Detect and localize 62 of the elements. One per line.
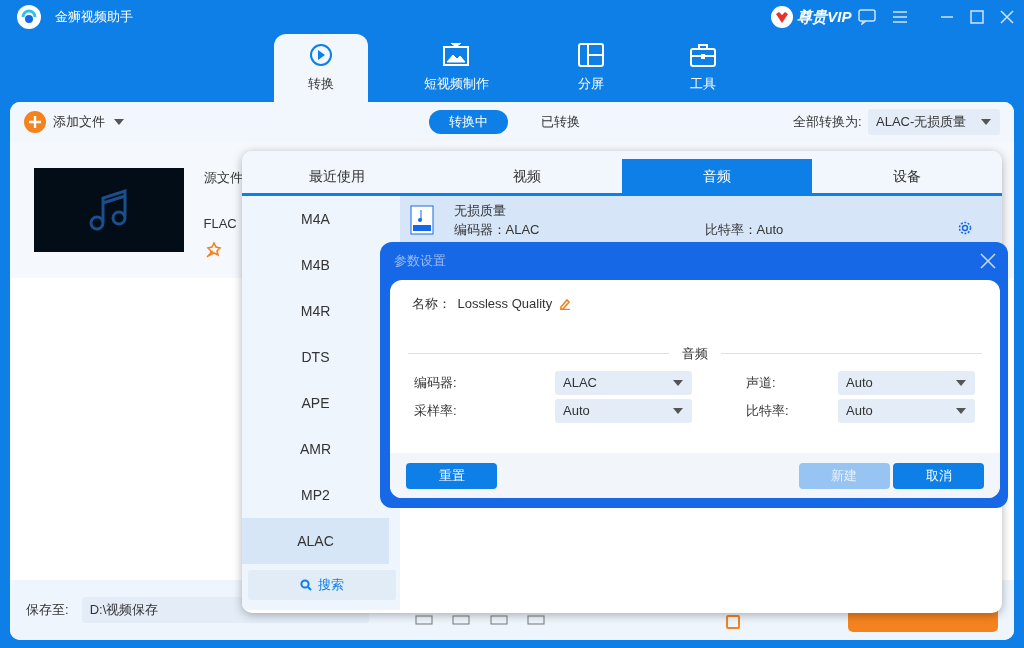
- vip-badge-icon: [770, 5, 795, 29]
- merge-checkbox[interactable]: [726, 615, 740, 629]
- caret-icon: [955, 379, 967, 387]
- name-value: Lossless Quality: [457, 295, 553, 313]
- caret-icon: [955, 407, 967, 415]
- save-to-label: 保存至:: [26, 601, 69, 620]
- preset-encoder: 编码器：ALAC: [453, 221, 541, 239]
- video-icon: [443, 42, 469, 69]
- name-label: 名称：: [412, 295, 451, 313]
- convert-all-dropdown[interactable]: ALAC-无损质量: [868, 109, 1000, 135]
- format-item[interactable]: M4A: [242, 196, 389, 242]
- caret-icon: [980, 118, 992, 126]
- music-note-icon: [89, 188, 129, 232]
- caret-icon: [672, 379, 684, 387]
- main-tab[interactable]: 转换: [274, 34, 368, 102]
- convert-icon: [308, 42, 334, 69]
- preset-name: 无损质量: [453, 201, 507, 220]
- field-label: 声道:: [746, 374, 777, 392]
- format-label: FLAC: [203, 214, 238, 233]
- window-title: 金狮视频助手: [55, 8, 133, 27]
- add-icon[interactable]: [24, 111, 46, 133]
- split-icon: [578, 42, 604, 69]
- main-tab[interactable]: 短视频制作: [386, 34, 526, 102]
- search-icon: [299, 579, 312, 591]
- main-tab[interactable]: 分屏: [544, 34, 638, 102]
- search-button[interactable]: 搜索: [248, 570, 396, 600]
- dialog-title: 参数设置: [394, 252, 446, 271]
- format-item[interactable]: ALAC: [242, 518, 389, 564]
- add-files-button[interactable]: 添加文件: [52, 112, 105, 132]
- tools-icon: [690, 42, 716, 69]
- edit-icon[interactable]: [558, 297, 571, 310]
- status-tab[interactable]: 已转换: [520, 110, 600, 134]
- vip-label[interactable]: 尊贵VIP: [797, 5, 852, 29]
- close-icon[interactable]: [1000, 10, 1014, 24]
- chat-icon[interactable]: [858, 9, 876, 25]
- lossless-file-icon: [410, 205, 434, 235]
- maximize-icon[interactable]: [970, 10, 984, 24]
- format-tab[interactable]: 音频: [622, 159, 812, 193]
- section-heading: 音频: [682, 344, 708, 363]
- preset-bitrate: 比特率：Auto: [704, 221, 784, 239]
- dropdown[interactable]: ALAC: [555, 371, 692, 395]
- dialog-button[interactable]: 重置: [406, 462, 497, 489]
- dialog-button[interactable]: 取消: [893, 462, 984, 489]
- preset-row[interactable]: 无损质量 编码器：ALAC 比特率：Auto: [400, 196, 1002, 244]
- field-label: 比特率:: [746, 402, 790, 420]
- format-tab[interactable]: 最近使用: [242, 159, 432, 193]
- menu-icon[interactable]: [892, 10, 908, 24]
- dropdown[interactable]: Auto: [555, 399, 692, 423]
- caret-icon: [672, 407, 684, 415]
- dropdown[interactable]: Auto: [838, 399, 975, 423]
- status-tab[interactable]: 转换中: [428, 110, 508, 134]
- dropdown[interactable]: Auto: [838, 371, 975, 395]
- convert-all-label: 全部转换为:: [792, 113, 862, 132]
- format-tab[interactable]: 视频: [432, 159, 622, 193]
- field-label: 编码器:: [414, 374, 458, 392]
- source-label: 源文件: [203, 169, 243, 187]
- main-tab[interactable]: 工具: [656, 34, 750, 102]
- caret-icon[interactable]: [112, 118, 125, 126]
- format-tab[interactable]: 设备: [812, 159, 1002, 193]
- field-label: 采样率:: [414, 402, 458, 420]
- app-logo-icon: [16, 4, 42, 30]
- close-icon[interactable]: [980, 253, 996, 269]
